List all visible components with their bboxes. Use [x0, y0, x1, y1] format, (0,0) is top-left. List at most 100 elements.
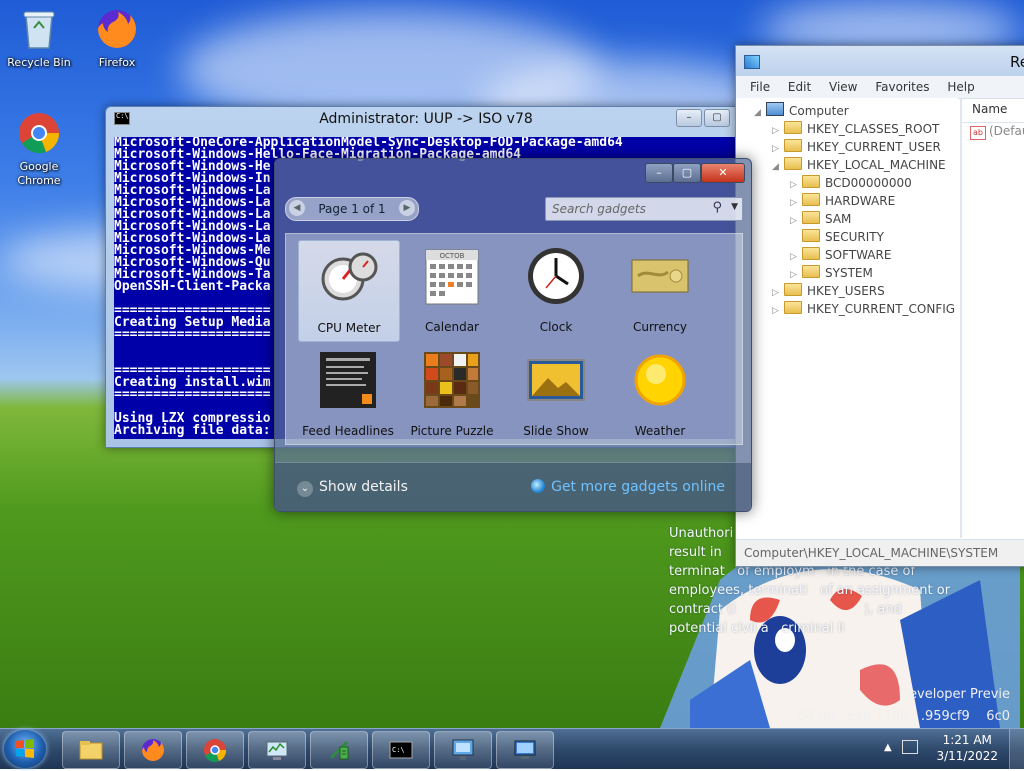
desktop-icon-label: Google Chrome: [17, 160, 61, 187]
desktop-icon-google-chrome[interactable]: Google Chrome: [2, 110, 76, 188]
folder-icon: [802, 211, 820, 224]
column-header-name[interactable]: Name: [962, 98, 1024, 123]
regedit-icon: [744, 55, 760, 69]
taskbar-button-remote-desktop[interactable]: [496, 731, 554, 769]
regedit-menubar: File Edit View Favorites Help: [736, 76, 1024, 99]
minimize-button[interactable]: –: [645, 163, 673, 183]
chevron-down-icon[interactable]: ▼: [731, 202, 738, 212]
get-more-gadgets-link[interactable]: Get more gadgets online: [531, 479, 725, 495]
build-watermark: Developer Previe 64.fbl eap.1108 .959cf9…: [797, 684, 1010, 728]
menu-view[interactable]: View: [829, 76, 857, 98]
tree-node[interactable]: ▷ HKEY_CURRENT_USER: [772, 138, 941, 156]
tree-node-label: HKEY_USERS: [807, 284, 885, 298]
folder-icon: [784, 157, 802, 170]
taskbar-button-firefox[interactable]: [124, 731, 182, 769]
desktop-icon-recycle-bin[interactable]: Recycle Bin: [2, 6, 76, 70]
tree-node[interactable]: ◢ HKEY_LOCAL_MACHINE: [772, 156, 946, 174]
gadget-tile-cpu-meter[interactable]: CPU Meter: [298, 240, 400, 342]
menu-help[interactable]: Help: [947, 76, 974, 98]
taskbar-button-explorer[interactable]: [62, 731, 120, 769]
tree-node[interactable]: ▷ SAM: [790, 210, 851, 228]
clock[interactable]: 1:21 AM 3/11/2022: [936, 732, 998, 764]
slide-show-icon: [526, 350, 586, 410]
gadget-tile-currency[interactable]: Currency: [610, 240, 710, 340]
minimize-button[interactable]: –: [676, 109, 702, 127]
gadget-tile-slide-show[interactable]: Slide Show: [506, 344, 606, 444]
gadget-footer: ⌄ Show details Get more gadgets online: [275, 462, 751, 511]
regedit-status-bar: Computer\HKEY_LOCAL_MACHINE\SYSTEM: [736, 539, 1024, 566]
recycle-bin-icon: [16, 6, 62, 52]
tree-node-label: HARDWARE: [825, 194, 896, 208]
tree-node-label: SAM: [825, 212, 852, 226]
tree-node[interactable]: ▷ HKEY_CURRENT_CONFIG: [772, 300, 955, 318]
gadget-tile-clock[interactable]: Clock: [506, 240, 606, 340]
tree-node-label: SOFTWARE: [825, 248, 892, 262]
menu-file[interactable]: File: [750, 76, 770, 98]
picture-puzzle-icon: [422, 350, 482, 410]
tree-node[interactable]: ▷ HKEY_CLASSES_ROOT: [772, 120, 939, 138]
gadget-tile-weather[interactable]: Weather: [610, 344, 710, 444]
tray-expand-icon[interactable]: ▲: [884, 742, 892, 753]
gadget-tile-calendar[interactable]: OCTOB Calendar: [402, 240, 502, 340]
clock-date: 3/11/2022: [936, 749, 998, 763]
network-tray-icon[interactable]: [902, 740, 918, 754]
close-button[interactable]: ✕: [701, 163, 745, 183]
menu-edit[interactable]: Edit: [788, 76, 811, 98]
gadget-label: Feed Headlines: [302, 424, 394, 438]
show-details-button[interactable]: ⌄ Show details: [297, 479, 408, 497]
tree-node-label: SYSTEM: [825, 266, 873, 280]
taskbar: C:\ ▲ 1:21 AM 3/11/2022: [0, 728, 1024, 769]
maximize-button[interactable]: ▢: [673, 163, 701, 183]
gadget-gallery-window[interactable]: – ▢ ✕ ◀ Page 1 of 1 ▶ Search gadgets ⚲ ▼…: [274, 158, 752, 512]
registry-editor-window[interactable]: Re File Edit View Favorites Help ◢ Comput…: [735, 45, 1024, 567]
registry-tree[interactable]: ◢ Computer ▷ HKEY_CLASSES_ROOT ▷ HKEY_CURRENT…: [736, 98, 958, 538]
value-row-default[interactable]: ab(Defaul: [970, 124, 1024, 140]
explorer-icon: [78, 737, 104, 763]
gadget-tile-feed-headlines[interactable]: Feed Headlines: [298, 344, 398, 444]
search-icon[interactable]: ⚲: [712, 200, 722, 215]
task-manager-icon: [264, 737, 290, 763]
taskbar-button-uup-tool[interactable]: [310, 731, 368, 769]
tree-node-label: Computer: [789, 104, 849, 118]
expanded-arrow-icon[interactable]: ◢: [772, 158, 784, 176]
collapsed-arrow-icon[interactable]: ▷: [772, 302, 784, 320]
currency-icon: [630, 246, 690, 306]
tree-node[interactable]: SECURITY: [790, 228, 884, 246]
tree-node[interactable]: ◢ Computer: [754, 102, 849, 120]
tree-node[interactable]: ▷ SYSTEM: [790, 264, 873, 282]
tree-node[interactable]: ▷ SOFTWARE: [790, 246, 891, 264]
start-button[interactable]: [4, 730, 46, 768]
desktop-icon-label: Recycle Bin: [7, 56, 71, 69]
gadget-titlebar[interactable]: – ▢ ✕: [275, 159, 751, 187]
string-value-icon: ab: [970, 126, 986, 140]
tree-node[interactable]: ▷ HKEY_USERS: [772, 282, 885, 300]
taskbar-button-cmd[interactable]: C:\: [372, 731, 430, 769]
get-more-label: Get more gadgets online: [551, 479, 725, 495]
search-gadgets-input[interactable]: Search gadgets ⚲ ▼: [545, 197, 743, 221]
svg-text:OCTOB: OCTOB: [440, 252, 465, 260]
registry-values-pane[interactable]: Name ab(Defaul: [960, 98, 1024, 538]
desktop-icon-firefox[interactable]: Firefox: [80, 6, 154, 70]
network-icon: [450, 737, 476, 763]
regedit-titlebar[interactable]: Re: [736, 46, 1024, 76]
console-titlebar[interactable]: Administrator: UUP -> ISO v78 – ▢: [106, 107, 746, 129]
system-tray: ▲ 1:21 AM 3/11/2022: [884, 729, 1024, 769]
tree-node[interactable]: ▷ BCD00000000: [790, 174, 912, 192]
taskbar-button-task-manager[interactable]: [248, 731, 306, 769]
gadget-label: Weather: [634, 424, 686, 438]
cpu-meter-icon: [319, 247, 379, 307]
chrome-icon: [202, 737, 228, 763]
windows-logo-icon: [16, 739, 34, 758]
taskbar-button-network[interactable]: [434, 731, 492, 769]
tree-node-label: HKEY_CURRENT_CONFIG: [807, 302, 956, 316]
menu-favorites[interactable]: Favorites: [875, 76, 929, 98]
gadget-tile-picture-puzzle[interactable]: Picture Puzzle: [402, 344, 502, 444]
svg-text:C:\: C:\: [392, 746, 405, 754]
expanded-arrow-icon[interactable]: ◢: [754, 104, 766, 122]
taskbar-button-chrome[interactable]: [186, 731, 244, 769]
gadget-label: CPU Meter: [317, 321, 381, 335]
show-desktop-button[interactable]: [1009, 729, 1024, 769]
tree-node[interactable]: ▷ HARDWARE: [790, 192, 895, 210]
next-page-button[interactable]: ▶: [399, 200, 415, 216]
maximize-button[interactable]: ▢: [704, 109, 730, 127]
